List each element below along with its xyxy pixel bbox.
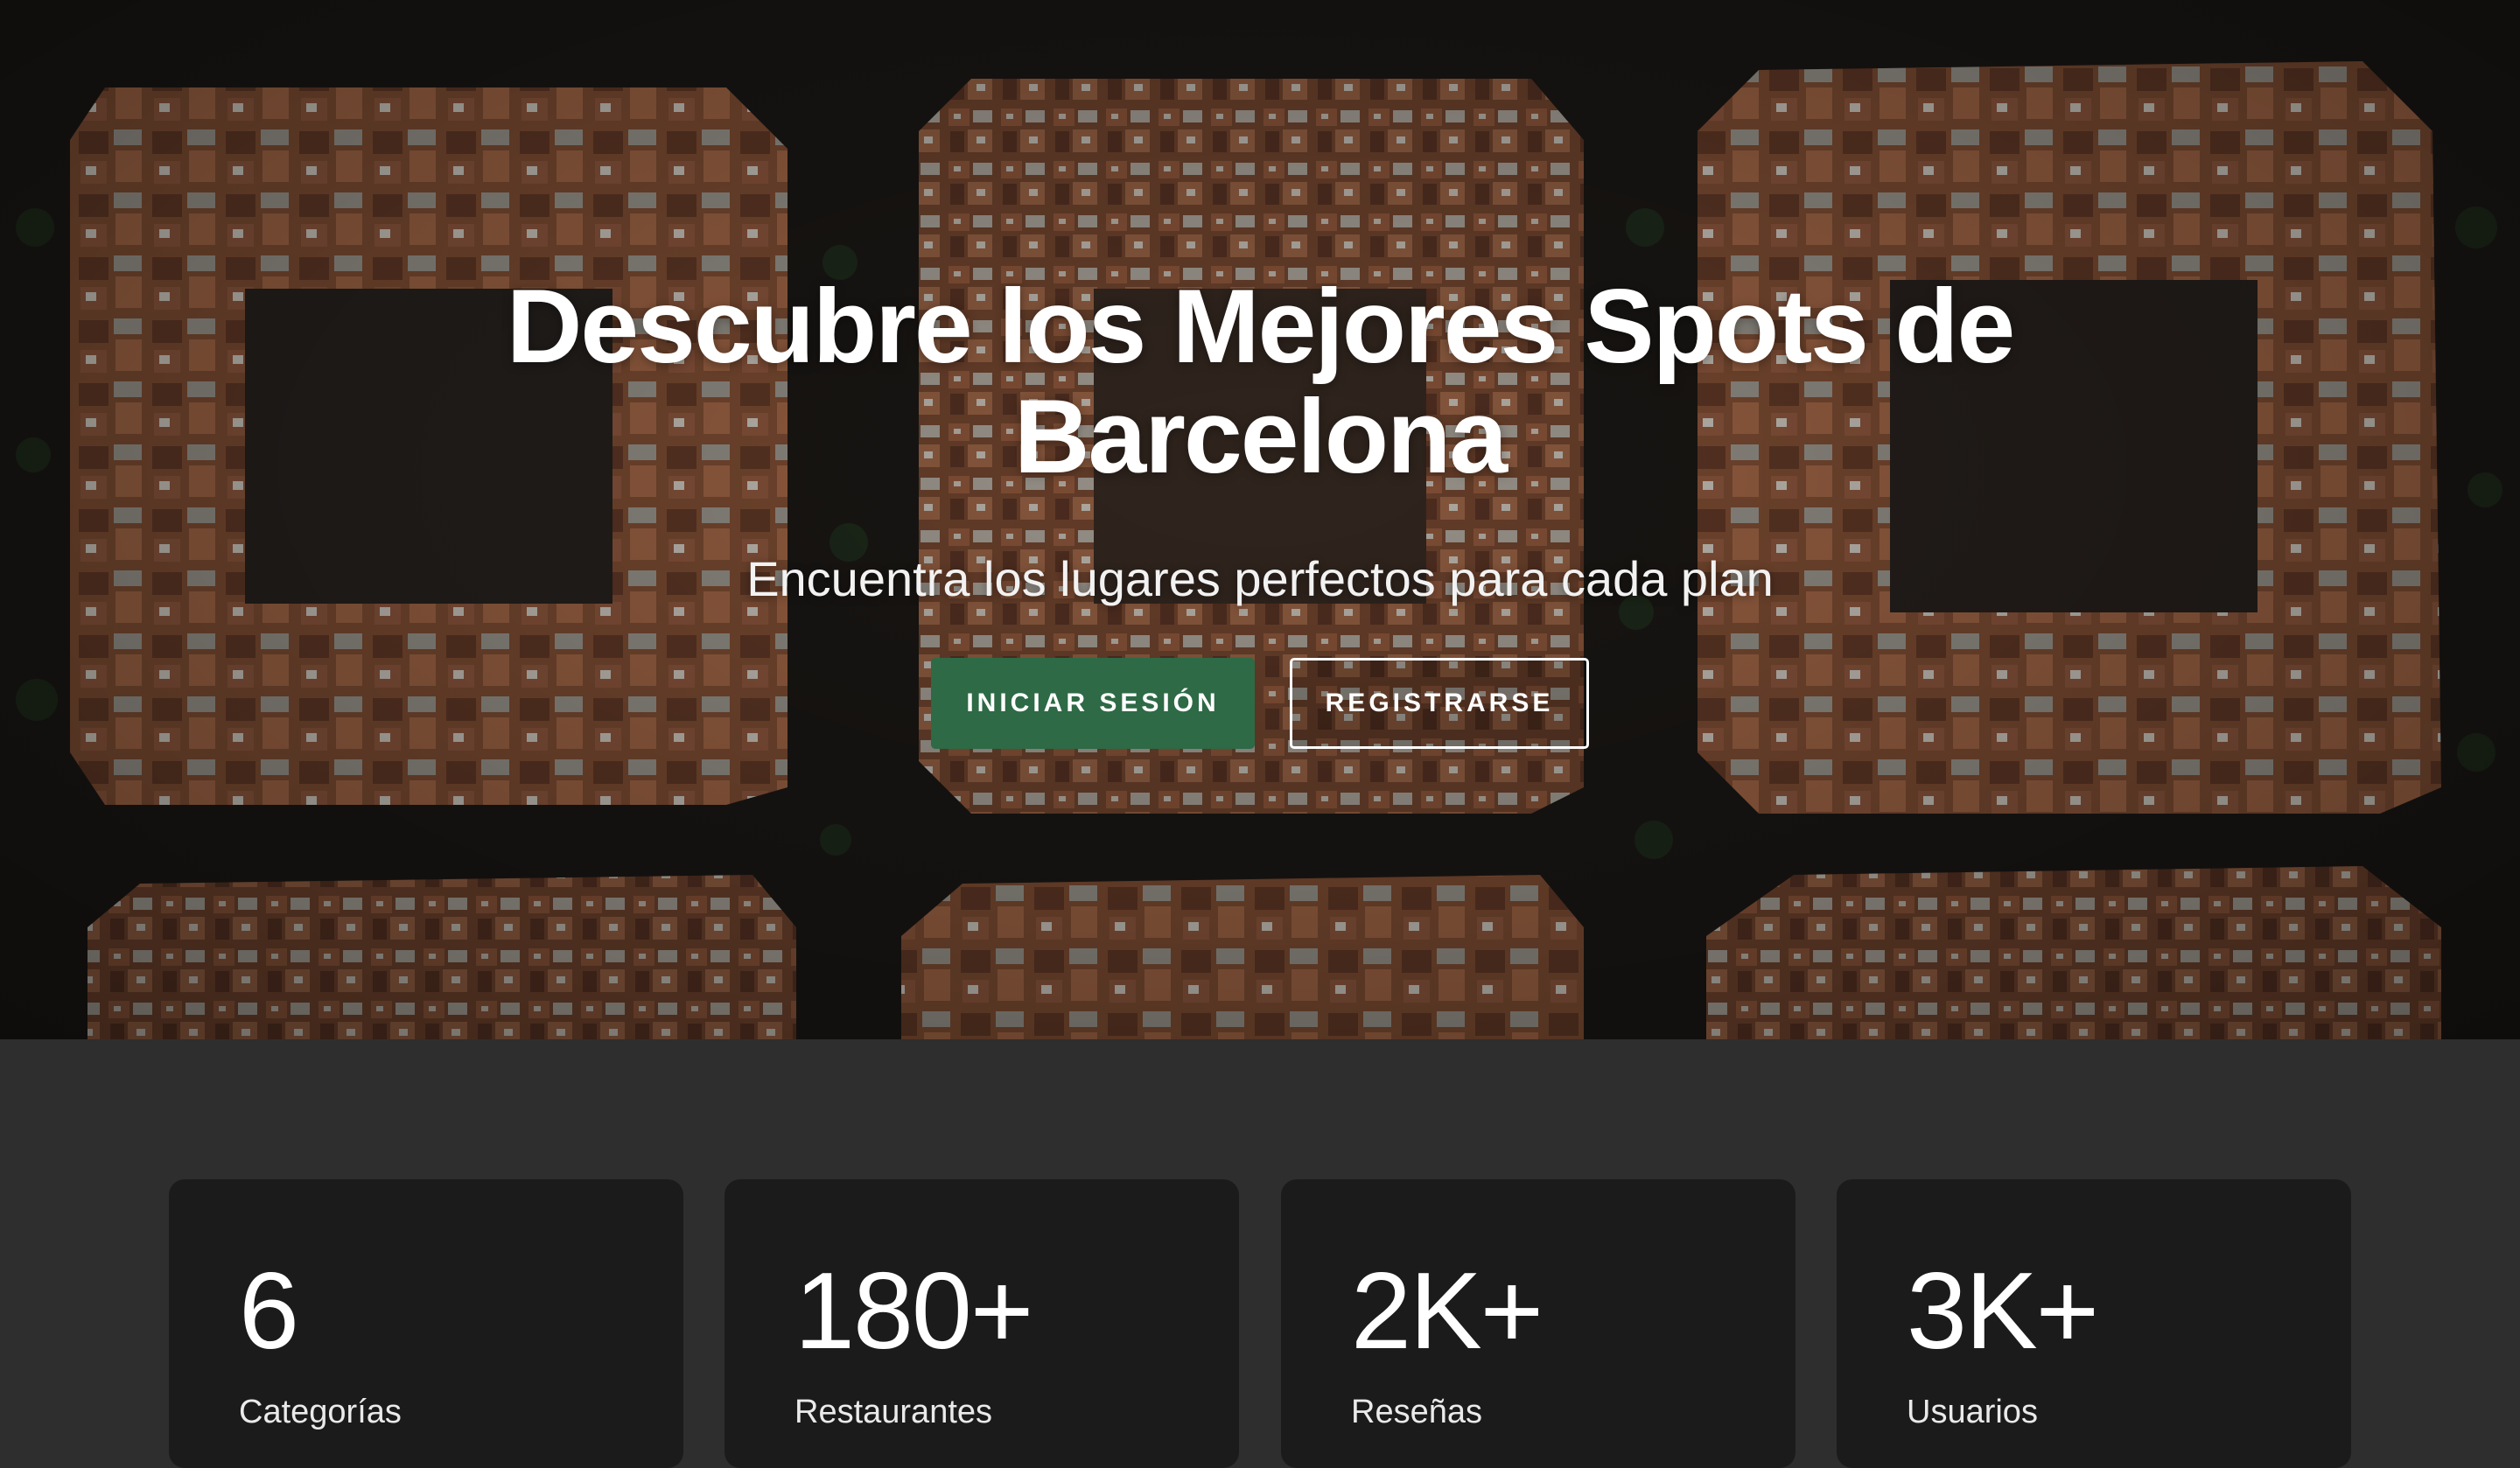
hero-actions: INICIAR SESIÓN REGISTRARSE <box>0 658 2520 749</box>
stat-value: 3K+ <box>1907 1251 2099 1372</box>
hero-subtitle: Encuentra los lugares perfectos para cad… <box>746 551 1774 606</box>
stat-card-reviews: 2K+ Reseñas <box>1281 1179 1796 1468</box>
login-button[interactable]: INICIAR SESIÓN <box>931 658 1255 749</box>
stat-value: 180+ <box>794 1251 1033 1372</box>
stat-card-restaurants: 180+ Restaurantes <box>724 1179 1239 1468</box>
stat-value: 2K+ <box>1351 1251 1544 1372</box>
hero-content: Descubre los Mejores Spots de Barcelona … <box>0 271 2520 749</box>
stat-card-categories: 6 Categorías <box>169 1179 683 1468</box>
stat-label: Categorías <box>239 1394 402 1430</box>
stat-card-users: 3K+ Usuarios <box>1837 1179 2351 1468</box>
stat-value: 6 <box>239 1251 299 1372</box>
stats-section: 6 Categorías 180+ Restaurantes 2K+ Reseñ… <box>0 1039 2520 1468</box>
register-button[interactable]: REGISTRARSE <box>1290 658 1589 749</box>
stat-label: Restaurantes <box>794 1394 993 1430</box>
hero-title: Descubre los Mejores Spots de Barcelona <box>506 268 2016 495</box>
stat-label: Reseñas <box>1351 1394 1482 1430</box>
hero-section: Descubre los Mejores Spots de Barcelona … <box>0 0 2520 1039</box>
stat-label: Usuarios <box>1907 1394 2038 1430</box>
